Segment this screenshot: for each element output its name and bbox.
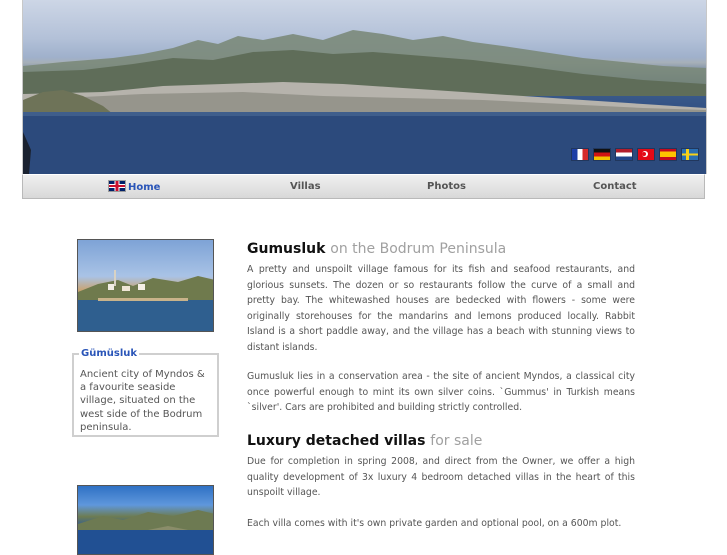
nav-photos[interactable]: Photos	[427, 181, 466, 192]
language-flags	[572, 149, 698, 160]
turkey-flag-icon[interactable]	[638, 149, 654, 160]
section-heading-gumusluk: Gumusluk on the Bodrum Peninsula	[247, 241, 506, 257]
panorama-landscape	[23, 30, 706, 174]
netherlands-flag-icon[interactable]	[616, 149, 632, 160]
paragraph-intro: A pretty and unspoilt village famous for…	[247, 264, 635, 353]
harbour-scene	[78, 270, 213, 331]
gumusluk-info-box: Gümüsluk Ancient city of Myndos & a favo…	[72, 348, 219, 437]
header-panorama-image	[22, 0, 707, 174]
paragraph-conservation: Gumusluk lies in a conservation area - t…	[247, 371, 635, 414]
gumusluk-harbour-photo	[77, 239, 214, 332]
spain-flag-icon[interactable]	[660, 149, 676, 160]
paragraph-completion: Due for completion in spring 2008, and d…	[247, 456, 635, 499]
nav-home[interactable]: Home	[109, 181, 160, 193]
heading-title: Luxury detached villas	[247, 433, 426, 449]
nav-villas[interactable]: Villas	[290, 181, 321, 192]
heading-subtitle: for sale	[430, 433, 483, 449]
paragraph-garden: Each villa comes with it's own private g…	[247, 518, 622, 529]
section-heading-villas: Luxury detached villas for sale	[247, 433, 482, 449]
nav-contact[interactable]: Contact	[593, 181, 637, 192]
uk-flag-icon	[109, 181, 125, 191]
info-box-title: Gümüsluk	[79, 348, 140, 359]
heading-subtitle: on the Bodrum Peninsula	[330, 241, 507, 257]
heading-title: Gumusluk	[247, 241, 326, 257]
germany-flag-icon[interactable]	[594, 149, 610, 160]
main-navigation: Home Villas Photos Contact	[22, 174, 705, 199]
nav-home-label: Home	[128, 182, 161, 193]
france-flag-icon[interactable]	[572, 149, 588, 160]
info-box-text: Ancient city of Myndos & a favourite sea…	[80, 369, 205, 433]
sweden-flag-icon[interactable]	[682, 149, 698, 160]
